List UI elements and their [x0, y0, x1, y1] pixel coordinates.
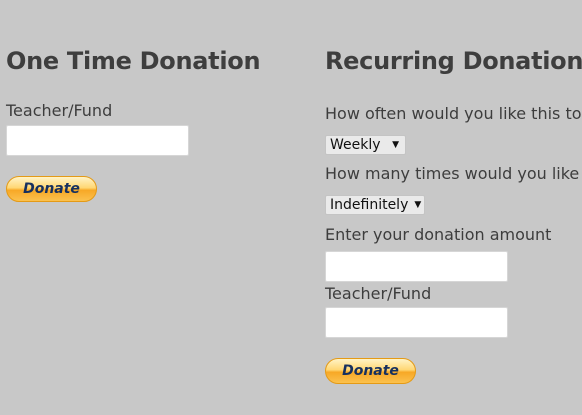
- times-label: How many times would you like: [325, 164, 580, 183]
- one-time-donate-label: Donate: [23, 181, 80, 197]
- one-time-teacher-input[interactable]: [6, 125, 189, 156]
- one-time-teacher-label: Teacher/Fund: [6, 101, 113, 120]
- recurring-donate-label: Donate: [342, 363, 399, 379]
- recurring-teacher-label: Teacher/Fund: [325, 284, 432, 303]
- recurring-heading: Recurring Donation: [325, 47, 582, 75]
- amount-label: Enter your donation amount: [325, 225, 552, 244]
- frequency-select[interactable]: Weekly ▼: [325, 135, 406, 155]
- dropdown-arrow-icon: ▼: [392, 140, 399, 150]
- one-time-heading: One Time Donation: [6, 47, 261, 75]
- frequency-label: How often would you like this to: [325, 104, 582, 123]
- dropdown-arrow-icon: ▼: [414, 200, 422, 210]
- times-selected-value: Indefinitely: [330, 197, 409, 213]
- recurring-donate-button[interactable]: Donate: [325, 358, 416, 384]
- recurring-teacher-input[interactable]: [325, 307, 508, 338]
- frequency-selected-value: Weekly: [330, 137, 381, 153]
- amount-input[interactable]: [325, 251, 508, 282]
- one-time-donate-button[interactable]: Donate: [6, 176, 97, 202]
- times-select[interactable]: Indefinitely ▼: [325, 195, 425, 215]
